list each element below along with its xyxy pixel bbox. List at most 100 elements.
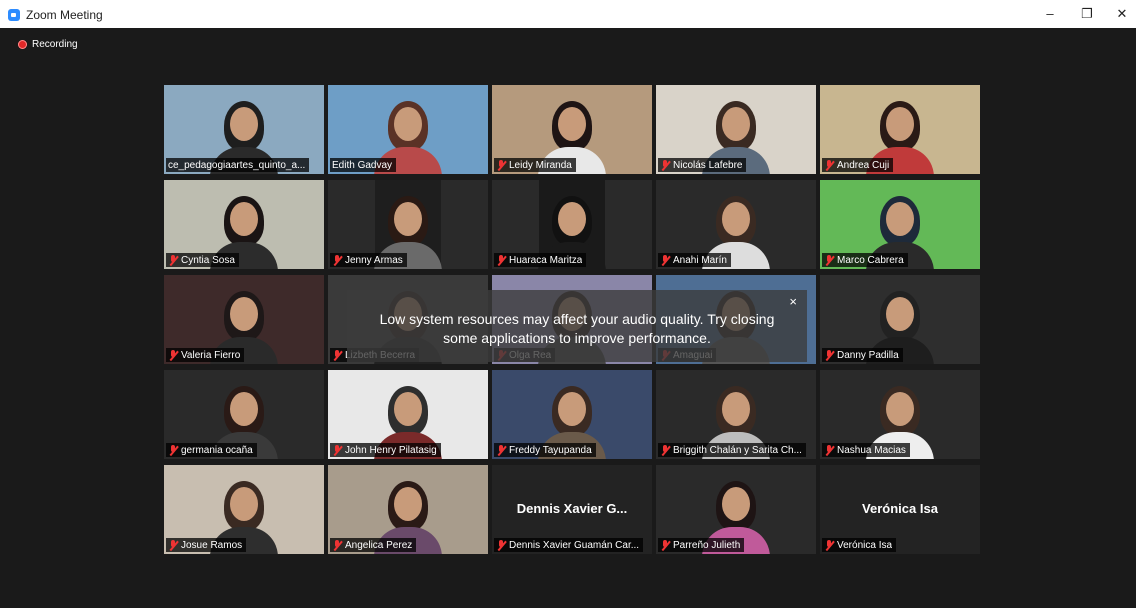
muted-mic-icon xyxy=(496,159,506,171)
notification-text: Low system resources may affect your aud… xyxy=(379,311,775,346)
participant-name: Nashua Macias xyxy=(837,444,906,456)
muted-mic-icon xyxy=(824,349,834,361)
meeting-view: Recording ce_pedagogiaartes_quinto_a... E… xyxy=(8,28,1136,608)
participant-tile[interactable]: Andrea Cuji xyxy=(820,85,980,174)
muted-mic-icon xyxy=(824,444,834,456)
muted-mic-icon xyxy=(168,254,178,266)
participant-name: Danny Padilla xyxy=(837,349,899,361)
participant-tile[interactable]: Valeria Fierro xyxy=(164,275,324,364)
window-title: Zoom Meeting xyxy=(26,8,103,22)
participant-name: Verónica Isa xyxy=(837,539,893,551)
participant-nametag: Nashua Macias xyxy=(822,443,910,457)
participant-name: Leidy Miranda xyxy=(509,159,572,171)
participant-tile[interactable]: Dennis Xavier G... Dennis Xavier Guamán C… xyxy=(492,465,652,554)
participant-nametag: Jenny Armas xyxy=(330,253,407,267)
participant-name: Nicolás Lafebre xyxy=(673,159,743,171)
participant-name: Josue Ramos xyxy=(181,539,243,551)
participant-name: Freddy Tayupanda xyxy=(509,444,592,456)
participant-nametag: Cyntia Sosa xyxy=(166,253,239,267)
muted-mic-icon xyxy=(660,539,670,551)
close-icon[interactable]: × xyxy=(789,294,797,309)
participant-nametag: Andrea Cuji xyxy=(822,158,894,172)
participant-tile[interactable]: Marco Cabrera xyxy=(820,180,980,269)
participant-nametag: Marco Cabrera xyxy=(822,253,908,267)
muted-mic-icon xyxy=(660,444,670,456)
participant-tile[interactable]: germania ocaña xyxy=(164,370,324,459)
muted-mic-icon xyxy=(168,444,178,456)
participant-nametag: Danny Padilla xyxy=(822,348,903,362)
participant-tile[interactable]: Verónica Isa Verónica Isa xyxy=(820,465,980,554)
muted-mic-icon xyxy=(332,254,342,266)
participant-tile[interactable]: Cyntia Sosa xyxy=(164,180,324,269)
participant-tile[interactable]: Leidy Miranda xyxy=(492,85,652,174)
participant-nametag: Parreño Julieth xyxy=(658,538,745,552)
participant-tile[interactable]: Briggith Chalán y Sarita Ch... xyxy=(656,370,816,459)
participant-name: Huaraca Maritza xyxy=(509,254,583,266)
muted-mic-icon xyxy=(332,349,342,361)
participant-name: ce_pedagogiaartes_quinto_a... xyxy=(168,159,306,171)
participant-tile[interactable]: Nashua Macias xyxy=(820,370,980,459)
participant-name: Dennis Xavier Guamán Car... xyxy=(509,539,640,551)
participant-nametag: germania ocaña xyxy=(166,443,257,457)
participant-display-name: Verónica Isa xyxy=(862,501,938,516)
participant-nametag: Verónica Isa xyxy=(822,538,897,552)
participant-nametag: Angelica Perez xyxy=(330,538,417,552)
participant-tile[interactable]: Parreño Julieth xyxy=(656,465,816,554)
participant-nametag: Anahi Marín xyxy=(658,253,731,267)
participant-name: germania ocaña xyxy=(181,444,253,456)
muted-mic-icon xyxy=(168,349,178,361)
participant-tile[interactable]: ce_pedagogiaartes_quinto_a... xyxy=(164,85,324,174)
participant-nametag: Briggith Chalán y Sarita Ch... xyxy=(658,443,806,457)
muted-mic-icon xyxy=(332,539,342,551)
muted-mic-icon xyxy=(660,254,670,266)
participant-tile[interactable]: John Henry Pilatasig xyxy=(328,370,488,459)
muted-mic-icon xyxy=(332,444,342,456)
participant-nametag: Huaraca Maritza xyxy=(494,253,587,267)
participant-name: Cyntia Sosa xyxy=(181,254,235,266)
participant-name: Edith Gadvay xyxy=(332,159,393,171)
muted-mic-icon xyxy=(824,159,834,171)
participant-tile[interactable]: Danny Padilla xyxy=(820,275,980,364)
participant-nametag: Freddy Tayupanda xyxy=(494,443,596,457)
participant-tile[interactable]: Angelica Perez xyxy=(328,465,488,554)
participant-tile[interactable]: Anahi Marín xyxy=(656,180,816,269)
muted-mic-icon xyxy=(824,539,834,551)
participant-nametag: Leidy Miranda xyxy=(494,158,576,172)
participant-name: Anahi Marín xyxy=(673,254,727,266)
low-resources-notification: Low system resources may affect your aud… xyxy=(347,290,807,362)
participant-name: Parreño Julieth xyxy=(673,539,741,551)
participant-tile[interactable]: Freddy Tayupanda xyxy=(492,370,652,459)
participant-name: Briggith Chalán y Sarita Ch... xyxy=(673,444,802,456)
participant-name: Angelica Perez xyxy=(345,539,413,551)
participant-tile[interactable]: Nicolás Lafebre xyxy=(656,85,816,174)
participant-name: Andrea Cuji xyxy=(837,159,890,171)
participant-tile[interactable]: Josue Ramos xyxy=(164,465,324,554)
restore-button[interactable]: ❐ xyxy=(1075,4,1099,24)
participant-nametag: Dennis Xavier Guamán Car... xyxy=(494,538,644,552)
participant-nametag: Valeria Fierro xyxy=(166,348,245,362)
muted-mic-icon xyxy=(496,254,506,266)
participant-nametag: Nicolás Lafebre xyxy=(658,158,747,172)
recording-indicator[interactable]: Recording xyxy=(18,39,78,50)
participant-name: Jenny Armas xyxy=(345,254,403,266)
participant-tile[interactable]: Jenny Armas xyxy=(328,180,488,269)
participant-display-name: Dennis Xavier G... xyxy=(516,501,628,516)
muted-mic-icon xyxy=(824,254,834,266)
muted-mic-icon xyxy=(496,444,506,456)
muted-mic-icon xyxy=(168,539,178,551)
participant-nametag: Edith Gadvay xyxy=(330,158,397,172)
minimize-button[interactable]: – xyxy=(1038,4,1062,24)
title-bar: Zoom Meeting – ❐ ✕ xyxy=(0,0,1136,28)
participant-tile[interactable]: Edith Gadvay xyxy=(328,85,488,174)
participant-name: John Henry Pilatasig xyxy=(345,444,437,456)
participant-nametag: John Henry Pilatasig xyxy=(330,443,441,457)
muted-mic-icon xyxy=(496,539,506,551)
close-window-button[interactable]: ✕ xyxy=(1110,4,1134,24)
recording-label: Recording xyxy=(32,39,78,50)
participant-nametag: Josue Ramos xyxy=(166,538,247,552)
participant-name: Marco Cabrera xyxy=(837,254,904,266)
participant-name: Valeria Fierro xyxy=(181,349,241,361)
zoom-app-icon xyxy=(8,9,20,21)
participant-tile[interactable]: Huaraca Maritza xyxy=(492,180,652,269)
participant-nametag: ce_pedagogiaartes_quinto_a... xyxy=(166,158,310,172)
